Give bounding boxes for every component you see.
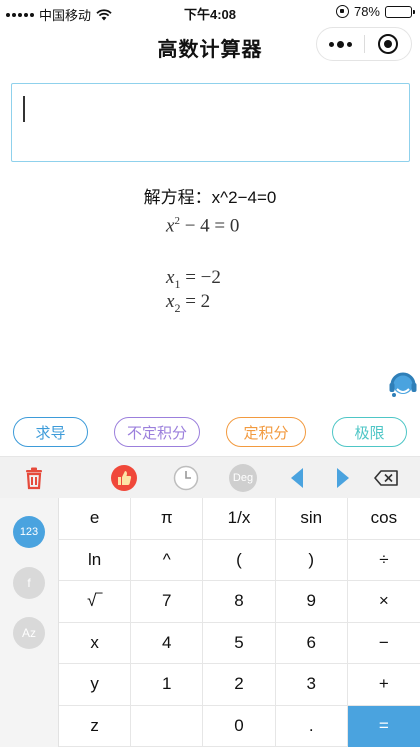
key-close-paren[interactable]: ): [275, 539, 348, 581]
more-menu-button[interactable]: [317, 28, 364, 60]
key-x[interactable]: x: [59, 622, 132, 664]
key-5[interactable]: 5: [203, 622, 276, 664]
key-z[interactable]: z: [59, 705, 132, 747]
solution-1: x1 = −2: [166, 267, 221, 291]
key-minus[interactable]: −: [347, 622, 420, 664]
rendered-equation: x2 − 4 = 0: [166, 215, 240, 237]
key-divide[interactable]: ÷: [347, 539, 420, 581]
key-reciprocal[interactable]: 1/x: [203, 498, 276, 540]
key-cos[interactable]: cos: [347, 498, 420, 540]
key-open-paren[interactable]: (: [203, 539, 276, 581]
backspace-icon[interactable]: [372, 465, 400, 491]
key-sin[interactable]: sin: [275, 498, 348, 540]
target-icon: [377, 34, 398, 54]
derivative-button[interactable]: 求导: [13, 417, 88, 447]
key-3[interactable]: 3: [275, 664, 348, 706]
thumbs-up-icon[interactable]: [110, 464, 138, 492]
history-clock-icon[interactable]: [173, 465, 199, 491]
battery-icon: [385, 5, 415, 18]
key-blank: [131, 705, 204, 747]
key-6[interactable]: 6: [275, 622, 348, 664]
customer-service-icon[interactable]: [386, 368, 418, 400]
key-0[interactable]: 0: [203, 705, 276, 747]
mode-numbers-button[interactable]: 123: [13, 516, 45, 548]
key-equals[interactable]: =: [347, 705, 420, 747]
keypad-toolbar: Deg: [0, 456, 420, 498]
key-ln[interactable]: ln: [59, 539, 132, 581]
key-sqrt[interactable]: √‾: [59, 581, 132, 623]
result-title: 解方程：x^2−4=0: [143, 188, 277, 207]
indefinite-integral-button[interactable]: 不定积分: [114, 417, 200, 447]
operation-buttons: 求导 不定积分 定积分 极限: [0, 417, 420, 447]
key-grid: e π 1/x sin cos ln ^() ÷ √‾ 7 8 9 × x 4 5 6− y 1 2 3 + z 0. =: [58, 498, 420, 747]
text-caret: [23, 96, 25, 122]
keypad: 123 f Az e π 1/x sin cos ln ^() ÷ √‾ 7 8 9 × x 4 5 6− y 1 2…: [0, 498, 420, 747]
key-y[interactable]: y: [59, 664, 132, 706]
key-multiply[interactable]: ×: [347, 581, 420, 623]
key-8[interactable]: 8: [203, 581, 276, 623]
expression-input[interactable]: [11, 83, 410, 162]
key-1[interactable]: 1: [131, 664, 204, 706]
battery-percent: 78%: [353, 4, 380, 19]
key-2[interactable]: 2: [203, 664, 276, 706]
mode-letters-button[interactable]: Az: [13, 617, 45, 649]
degree-mode-button[interactable]: Deg: [229, 464, 257, 492]
key-plus[interactable]: +: [347, 664, 420, 706]
close-mini-program-button[interactable]: [364, 28, 411, 60]
status-bar: 中国移动 下午4:08 78%: [0, 0, 420, 24]
rotation-lock-icon: [335, 5, 349, 18]
cursor-right-icon[interactable]: [329, 465, 355, 491]
cursor-left-icon[interactable]: [285, 465, 311, 491]
limit-button[interactable]: 极限: [332, 417, 407, 447]
key-4[interactable]: 4: [131, 622, 204, 664]
key-7[interactable]: 7: [131, 581, 204, 623]
trash-icon[interactable]: [21, 465, 47, 491]
key-e[interactable]: e: [59, 498, 132, 540]
mini-program-capsule: [316, 27, 412, 61]
definite-integral-button[interactable]: 定积分: [226, 417, 306, 447]
key-9[interactable]: 9: [275, 581, 348, 623]
key-pi[interactable]: π: [131, 498, 204, 540]
keypad-mode-sidebar: 123 f Az: [0, 498, 58, 747]
mode-functions-button[interactable]: f: [13, 567, 45, 599]
solution-2: x2 = 2: [166, 291, 211, 315]
key-decimal[interactable]: .: [275, 705, 348, 747]
status-right: 78%: [335, 4, 415, 19]
key-power[interactable]: ^: [131, 539, 204, 581]
